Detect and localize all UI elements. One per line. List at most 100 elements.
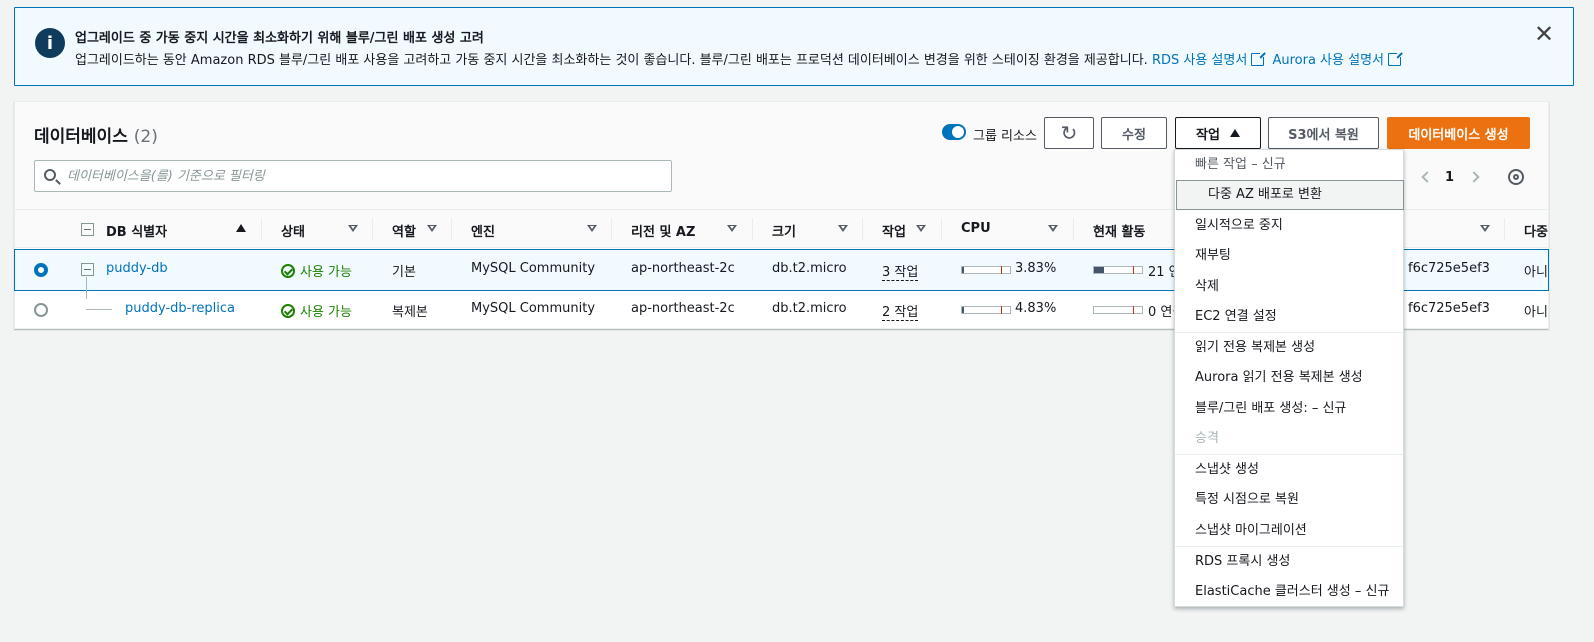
menu-item-create-aurora-replica[interactable]: Aurora 읽기 전용 복제본 생성 [1175,363,1403,393]
menu-item-create-bluegreen[interactable]: 블루/그린 배포 생성: – 신규 [1175,394,1403,424]
check-circle-icon [281,264,295,278]
col-current-activity[interactable]: 현재 활동 [1093,221,1145,240]
panel-title-text: 데이터베이스 [34,127,128,147]
close-icon[interactable]: ✕ [1533,22,1555,46]
search-icon [44,169,56,181]
chevron-right-icon[interactable] [1468,171,1480,183]
menu-item-create-rds-proxy[interactable]: RDS 프록시 생성 [1175,547,1403,577]
multi-az-cell: 아니 [1524,265,1548,280]
collapse-all-icon[interactable] [81,223,94,236]
menu-item-reboot[interactable]: 재부팅 [1175,241,1403,271]
cpu-bar-fill [962,267,964,273]
sort-icon[interactable] [1048,225,1058,232]
activity-bar [1093,266,1143,274]
menu-item-take-snapshot[interactable]: 스냅샷 생성 [1175,455,1403,485]
menu-group-quick-actions: 빠른 작업 – 신규 [1195,157,1286,172]
column-divider [862,218,863,240]
menu-item-create-read-replica[interactable]: 읽기 전용 복제본 생성 [1175,333,1403,363]
sort-icon[interactable] [587,225,597,232]
cpu-threshold-mark [1001,306,1002,314]
actions-count[interactable]: 3 작업 [882,261,919,281]
aurora-guide-link-label: Aurora 사용 설명서 [1272,53,1384,68]
group-resources-label: 그룹 리소스 [973,129,1037,144]
col-actions[interactable]: 작업 [882,221,906,240]
engine-cell: MySQL Community [471,301,596,316]
sort-ascending-icon[interactable] [236,224,246,232]
filter-search[interactable] [34,160,672,192]
region-cell: ap-northeast-2c [631,301,735,316]
page-number[interactable]: 1 [1445,170,1454,185]
sort-icon[interactable] [1480,225,1490,232]
create-database-label: 데이터베이스 생성 [1408,127,1509,143]
status-text: 사용 가능 [300,265,352,280]
actions-button-label: 작업 [1196,127,1220,143]
db-identifier-link[interactable]: puddy-db-replica [125,301,235,316]
actions-button[interactable]: 작업 [1175,117,1261,149]
menu-item-convert-multi-az[interactable]: 다중 AZ 배포로 변환 [1176,180,1404,210]
menu-item-stop-temporarily[interactable]: 일시적으로 중지 [1175,211,1403,241]
sort-icon[interactable] [838,225,848,232]
rds-guide-link-label: RDS 사용 설명서 [1151,53,1248,68]
column-divider [1073,218,1074,240]
sort-icon[interactable] [727,225,737,232]
create-database-button[interactable]: 데이터베이스 생성 [1387,117,1530,149]
activity-threshold-mark [1133,266,1134,274]
menu-item-delete[interactable]: 삭제 [1175,272,1403,302]
status-text: 사용 가능 [300,305,352,320]
modify-button[interactable]: 수정 [1101,117,1167,149]
actions-dropdown-menu: 빠른 작업 – 신규 다중 AZ 배포로 변환 일시적으로 중지 재부팅 삭제 … [1174,149,1404,607]
col-multi-az[interactable]: 다중 [1524,221,1548,240]
menu-item-restore-point-in-time[interactable]: 특정 시점으로 복원 [1175,485,1403,515]
col-engine[interactable]: 엔진 [471,221,495,240]
cpu-bar-fill [962,307,965,313]
size-cell: db.t2.micro [772,301,847,316]
collapse-icon[interactable] [81,263,94,276]
filter-input[interactable] [67,161,667,191]
cpu-bar [961,266,1011,274]
database-count: (2) [133,127,158,147]
db-identifier-link[interactable]: puddy-db [106,261,168,276]
aurora-guide-link[interactable]: Aurora 사용 설명서 [1272,51,1405,68]
cpu-bar [961,306,1011,314]
region-cell: ap-northeast-2c [631,261,735,276]
rds-guide-link[interactable]: RDS 사용 설명서 [1151,51,1268,68]
info-icon: i [35,28,65,58]
restore-from-s3-button[interactable]: S3에서 복원 [1268,117,1379,149]
col-region-az[interactable]: 리전 및 AZ [631,221,695,240]
info-banner: i 업그레이드 중 가동 중지 시간을 최소화하기 위해 블루/그린 배포 생성… [14,7,1574,86]
status-badge: 사용 가능 [281,261,352,280]
menu-item-ec2-connect[interactable]: EC2 연결 설정 [1175,302,1403,332]
actions-count[interactable]: 2 작업 [882,301,919,321]
cpu-threshold-mark [1001,266,1002,274]
row-select-radio[interactable] [34,263,48,277]
col-size[interactable]: 크기 [772,221,796,240]
check-circle-icon [281,304,295,318]
maintenance-cell: f6c725e5ef3 [1408,301,1490,316]
row-select-radio[interactable] [34,303,48,317]
cpu-value: 4.83% [1015,301,1057,316]
activity-threshold-mark [1133,306,1134,314]
group-resources-toggle[interactable] [942,124,966,140]
column-divider [752,218,753,240]
menu-item-create-elasticache[interactable]: ElastiCache 클러스터 생성 – 신규 [1175,577,1403,607]
menu-item-migrate-snapshot[interactable]: 스냅샷 마이그레이션 [1175,516,1403,546]
engine-cell: MySQL Community [471,261,596,276]
external-link-icon [1388,51,1403,66]
external-link-icon [1251,51,1267,66]
refresh-button[interactable]: ↻ [1044,117,1094,149]
activity-bar [1093,306,1143,314]
col-cpu[interactable]: CPU [961,221,991,236]
sort-icon[interactable] [427,225,437,232]
refresh-icon: ↻ [1060,121,1078,145]
col-role[interactable]: 역할 [392,221,416,240]
banner-title: 업그레이드 중 가동 중지 시간을 최소화하기 위해 블루/그린 배포 생성 고… [75,31,484,46]
sort-icon[interactable] [348,225,358,232]
column-divider [1504,218,1505,240]
chevron-left-icon[interactable] [1421,171,1433,183]
col-status[interactable]: 상태 [281,221,305,240]
column-divider [611,218,612,240]
gear-icon[interactable] [1508,169,1524,185]
col-db-identifier[interactable]: DB 식별자 [106,221,167,240]
multi-az-cell: 아니 [1524,305,1548,320]
sort-icon[interactable] [916,225,926,232]
